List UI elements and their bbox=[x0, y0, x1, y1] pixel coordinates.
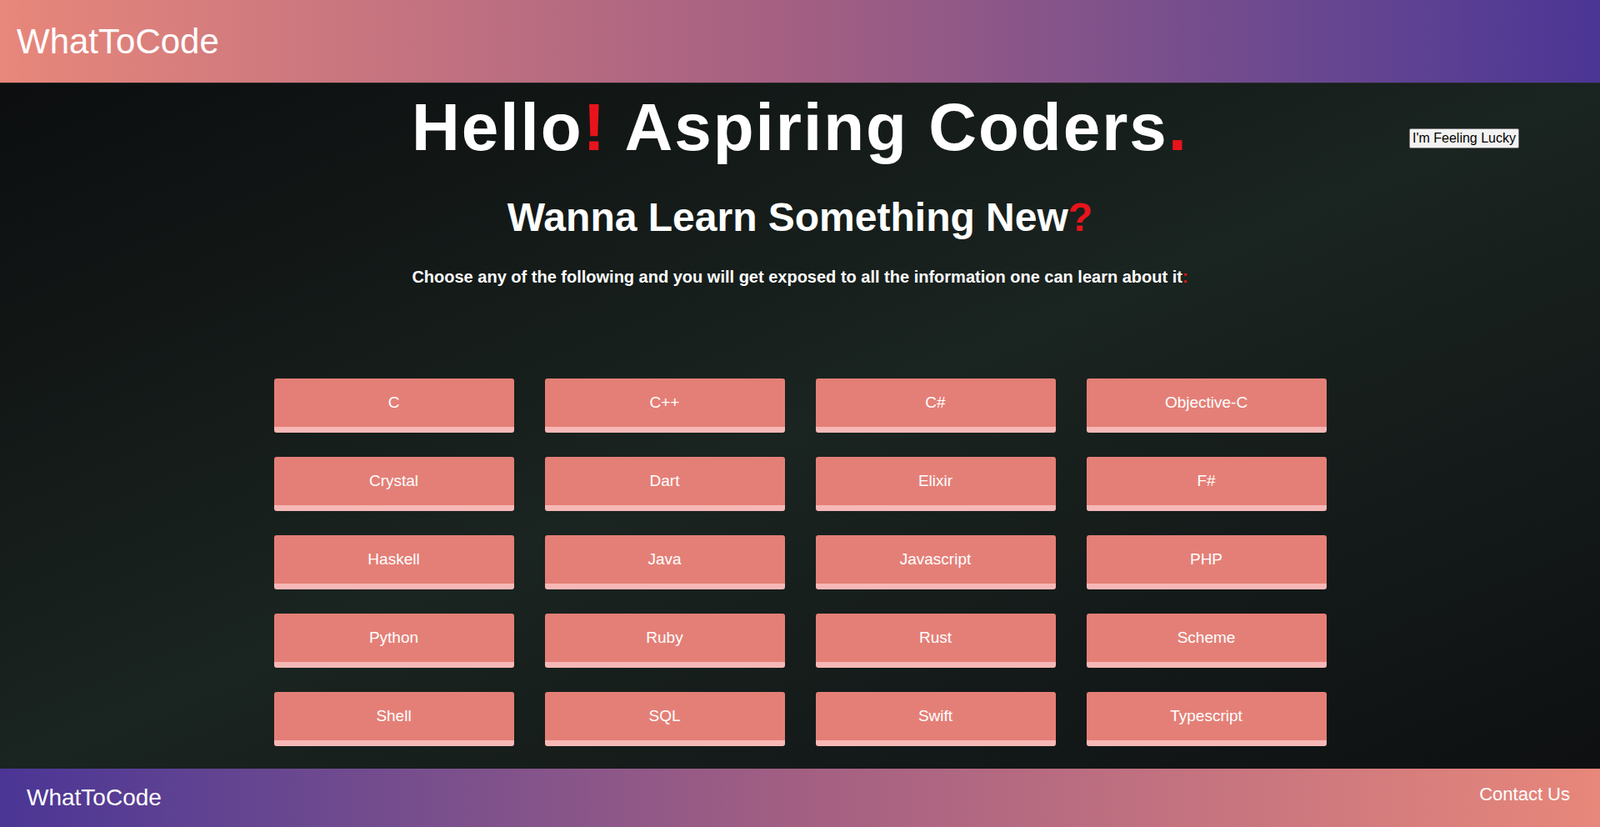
language-button[interactable]: Swift bbox=[815, 691, 1056, 746]
footer-brand[interactable]: WhatToCode bbox=[26, 785, 162, 810]
page: WhatToCode I'm Feeling Lucky Hello! Aspiri… bbox=[0, 0, 1600, 827]
language-button[interactable]: C# bbox=[815, 378, 1056, 433]
language-button[interactable]: C bbox=[274, 378, 515, 433]
language-button[interactable]: Ruby bbox=[545, 613, 785, 668]
language-button[interactable]: Python bbox=[274, 613, 515, 668]
language-button[interactable]: Scheme bbox=[1086, 613, 1327, 668]
text-part: Hello bbox=[411, 90, 584, 165]
sub-heading: Wanna Learn Something New? bbox=[507, 192, 1093, 243]
language-button[interactable]: Java bbox=[545, 535, 785, 590]
hero: I'm Feeling Lucky Hello! Aspiring Coders.… bbox=[0, 83, 1600, 769]
language-button[interactable]: F# bbox=[1086, 456, 1327, 511]
text-part: Aspiring Coders bbox=[606, 90, 1169, 165]
text-part: Wanna Learn Something New bbox=[507, 195, 1069, 240]
contact-link[interactable]: Contact Us bbox=[1479, 785, 1570, 804]
accent-mark: ? bbox=[1068, 195, 1093, 240]
intro-text: Choose any of the following and you will… bbox=[411, 265, 1188, 289]
language-button[interactable]: Typescript bbox=[1086, 691, 1327, 746]
brand-title[interactable]: WhatToCode bbox=[16, 24, 220, 60]
accent-mark: ! bbox=[583, 90, 608, 165]
language-button[interactable]: Dart bbox=[545, 456, 785, 511]
language-button[interactable]: Elixir bbox=[815, 456, 1056, 511]
top-bar: WhatToCode bbox=[0, 0, 1600, 84]
lucky-button[interactable]: I'm Feeling Lucky bbox=[1409, 128, 1520, 149]
text-part: Choose any of the following and you will… bbox=[411, 267, 1183, 286]
language-button[interactable]: Javascript bbox=[815, 535, 1056, 590]
language-button[interactable]: Crystal bbox=[274, 456, 515, 511]
language-button[interactable]: Objective-C bbox=[1086, 378, 1327, 433]
language-button[interactable]: SQL bbox=[545, 691, 785, 746]
language-button[interactable]: Shell bbox=[274, 691, 515, 746]
main-heading: Hello! Aspiring Coders. bbox=[411, 87, 1189, 168]
language-button[interactable]: Haskell bbox=[274, 535, 515, 590]
language-grid: C C++ C# Objective-C Crystal Dart Elixir F# Hask… bbox=[274, 378, 1327, 746]
language-button[interactable]: PHP bbox=[1086, 535, 1327, 590]
language-button[interactable]: Rust bbox=[815, 613, 1056, 668]
language-button[interactable]: C++ bbox=[545, 378, 785, 433]
accent-mark: . bbox=[1168, 90, 1189, 165]
footer: WhatToCode Contact Us bbox=[0, 768, 1600, 827]
accent-mark: : bbox=[1182, 267, 1189, 286]
